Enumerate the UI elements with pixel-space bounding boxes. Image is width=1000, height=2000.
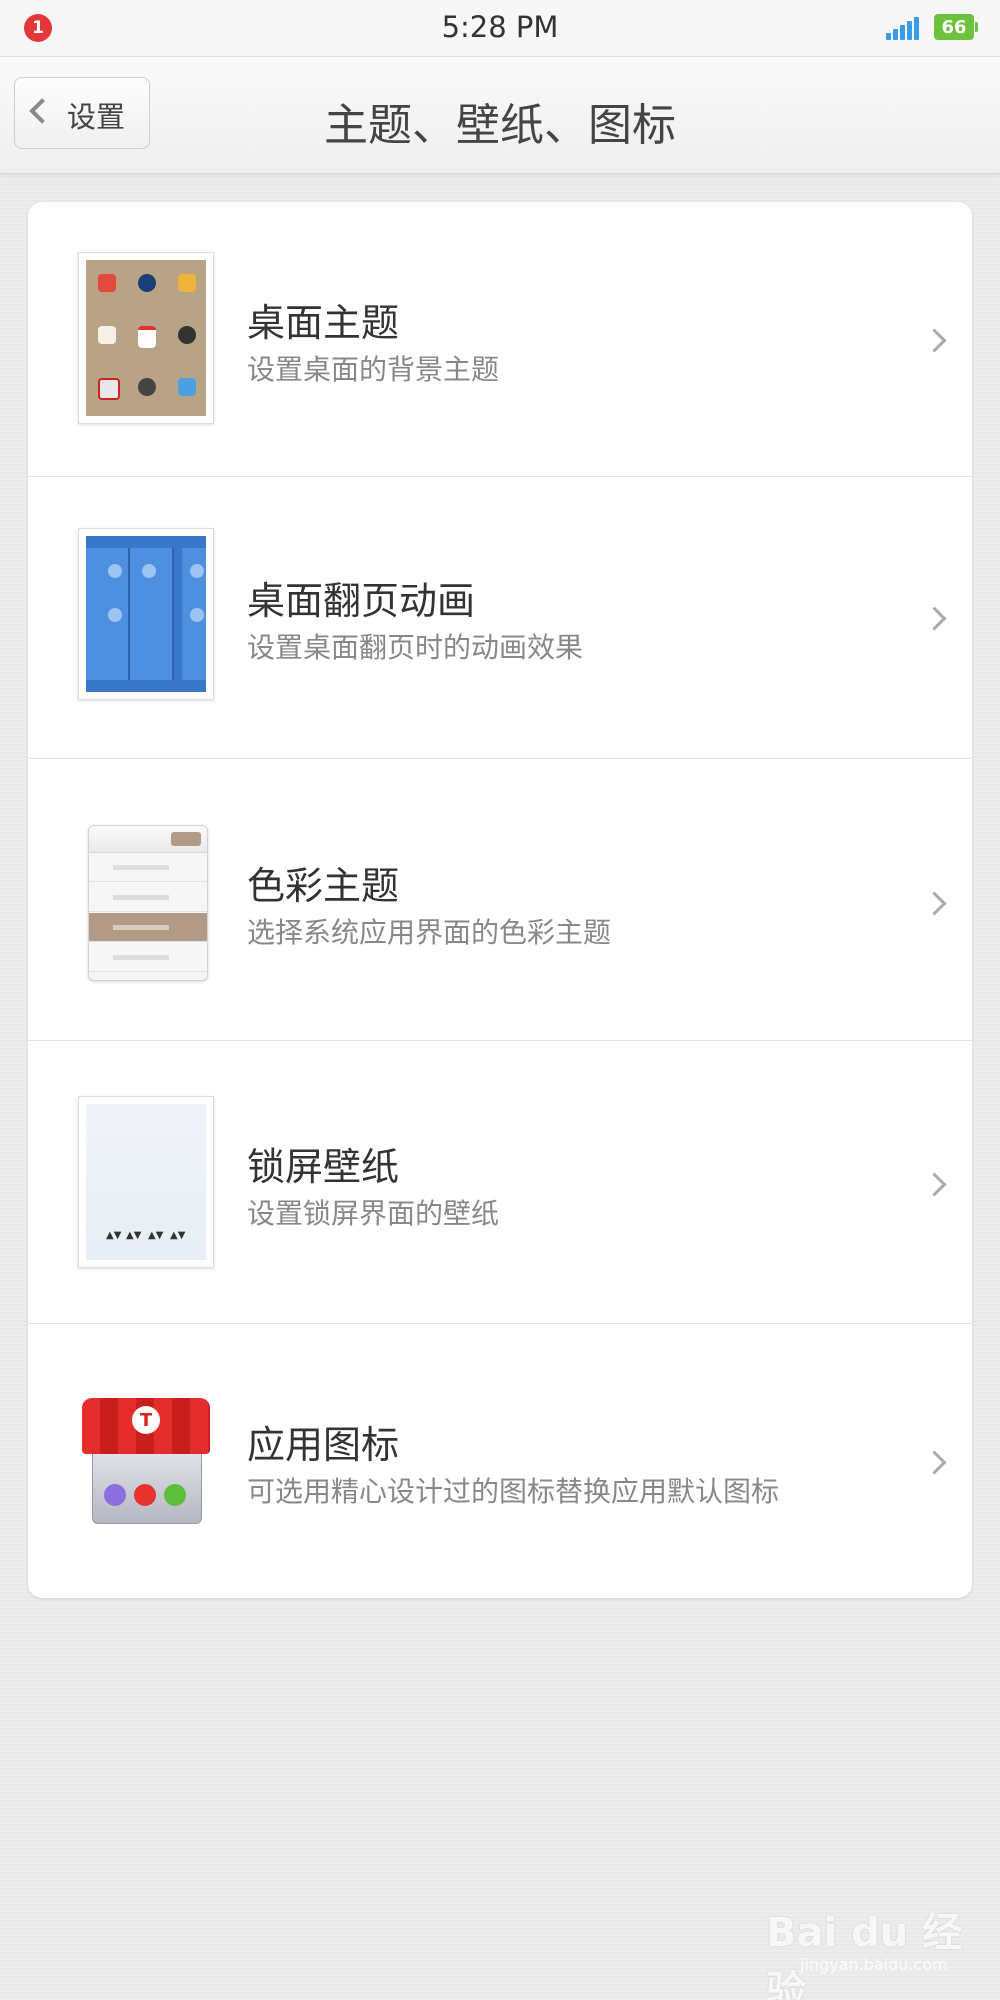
chevron-right-icon bbox=[922, 328, 947, 353]
globe-icon bbox=[138, 274, 156, 292]
signal-bar bbox=[893, 29, 898, 40]
chevron-right-icon bbox=[922, 1172, 947, 1197]
item-subtitle: 设置桌面的背景主题 bbox=[247, 353, 500, 386]
list-item-desktop-theme[interactable]: 桌面主题 设置桌面的背景主题 bbox=[28, 202, 972, 477]
desktop-theme-preview bbox=[86, 260, 206, 416]
lockscreen-preview: ▲▼ ▲▼ ▲▼ ▲▼ bbox=[86, 1104, 206, 1260]
item-subtitle: 选择系统应用界面的色彩主题 bbox=[247, 916, 612, 949]
icon-dot bbox=[190, 564, 204, 578]
desktop-theme-thumbnail bbox=[78, 252, 214, 424]
preview-row bbox=[89, 943, 207, 972]
camera-icon bbox=[98, 378, 120, 400]
signal-bar bbox=[907, 21, 912, 40]
preview-row bbox=[89, 853, 207, 882]
item-title: 锁屏壁纸 bbox=[247, 1145, 400, 1189]
preview-line bbox=[113, 865, 169, 870]
chevron-right-icon bbox=[922, 606, 947, 631]
notes-icon bbox=[98, 326, 116, 344]
color-theme-thumbnail bbox=[88, 825, 208, 981]
lockscreen-wallpaper-thumbnail: ▲▼ ▲▼ ▲▼ ▲▼ bbox=[78, 1096, 214, 1268]
settings-list: 桌面主题 设置桌面的背景主题 桌面翻页动画 设置桌面翻页时的动画效果 色彩主题 … bbox=[28, 202, 972, 1598]
icon-dot bbox=[108, 608, 122, 622]
page-turn-thumbnail bbox=[78, 528, 214, 700]
item-title: 桌面主题 bbox=[247, 301, 400, 345]
preview-line bbox=[113, 925, 169, 930]
ant-figure-icon: ▲▼ bbox=[106, 1230, 122, 1241]
baidu-watermark: Bai du 经验 bbox=[766, 1910, 963, 2000]
clock-icon bbox=[178, 326, 196, 344]
list-item-page-turn-animation[interactable]: 桌面翻页动画 设置桌面翻页时的动画效果 bbox=[28, 477, 972, 759]
page-title: 主题、壁纸、图标 bbox=[324, 100, 676, 151]
icon-dot bbox=[108, 564, 122, 578]
calendar-icon bbox=[98, 274, 116, 292]
icon-dot bbox=[142, 564, 156, 578]
signal-bars-icon bbox=[886, 14, 922, 40]
battery-icon: 66 bbox=[934, 14, 978, 40]
page-turn-preview bbox=[86, 536, 206, 692]
screen: 1 5:28 PM 66 设置 主题、壁纸、图标 桌面主题 设置桌面的背景主题 … bbox=[0, 0, 1000, 2000]
preview-row-selected bbox=[89, 913, 207, 942]
gallery-icon bbox=[178, 274, 196, 292]
preview-line bbox=[113, 895, 169, 900]
item-title: 桌面翻页动画 bbox=[247, 579, 476, 623]
ant-figure-icon: ▲▼ bbox=[126, 1230, 142, 1241]
preview-row bbox=[89, 883, 207, 912]
app-icon-store-icon: T bbox=[82, 1398, 210, 1526]
settings-icon bbox=[138, 378, 156, 396]
ant-figure-icon: ▲▼ bbox=[170, 1230, 186, 1241]
t-logo-icon: T bbox=[132, 1406, 160, 1434]
signal-bar bbox=[900, 25, 905, 40]
store-body bbox=[92, 1442, 202, 1524]
chevron-right-icon bbox=[922, 1450, 947, 1475]
contacts-icon bbox=[178, 378, 196, 396]
wechat-icon bbox=[164, 1484, 186, 1506]
color-theme-preview-header bbox=[89, 826, 207, 853]
list-item-lockscreen-wallpaper[interactable]: ▲▼ ▲▼ ▲▼ ▲▼ 锁屏壁纸 设置锁屏界面的壁纸 bbox=[28, 1041, 972, 1324]
item-subtitle: 设置桌面翻页时的动画效果 bbox=[247, 631, 584, 664]
item-subtitle: 设置锁屏界面的壁纸 bbox=[247, 1197, 500, 1230]
chat-app-icon bbox=[104, 1484, 126, 1506]
weibo-icon bbox=[134, 1484, 156, 1506]
navigation-bar: 设置 主题、壁纸、图标 bbox=[0, 57, 1000, 174]
ant-figure-icon: ▲▼ bbox=[148, 1230, 164, 1241]
baidu-watermark-url: jingyan.baidu.com bbox=[800, 1955, 948, 1974]
item-subtitle: 可选用精心设计过的图标替换应用默认图标 bbox=[247, 1475, 780, 1508]
list-item-app-icons[interactable]: T 应用图标 可选用精心设计过的图标替换应用默认图标 bbox=[28, 1324, 972, 1598]
status-time: 5:28 PM bbox=[441, 10, 559, 44]
icon-dot bbox=[190, 608, 204, 622]
status-bar: 1 5:28 PM 66 bbox=[0, 0, 1000, 57]
preview-line bbox=[113, 955, 169, 960]
item-title: 应用图标 bbox=[247, 1423, 400, 1467]
preview-button bbox=[171, 832, 201, 846]
date-icon bbox=[138, 326, 156, 348]
item-title: 色彩主题 bbox=[247, 864, 400, 908]
signal-bar bbox=[886, 33, 891, 40]
signal-bar bbox=[914, 17, 919, 40]
chevron-right-icon bbox=[922, 891, 947, 916]
list-item-color-theme[interactable]: 色彩主题 选择系统应用界面的色彩主题 bbox=[28, 759, 972, 1041]
